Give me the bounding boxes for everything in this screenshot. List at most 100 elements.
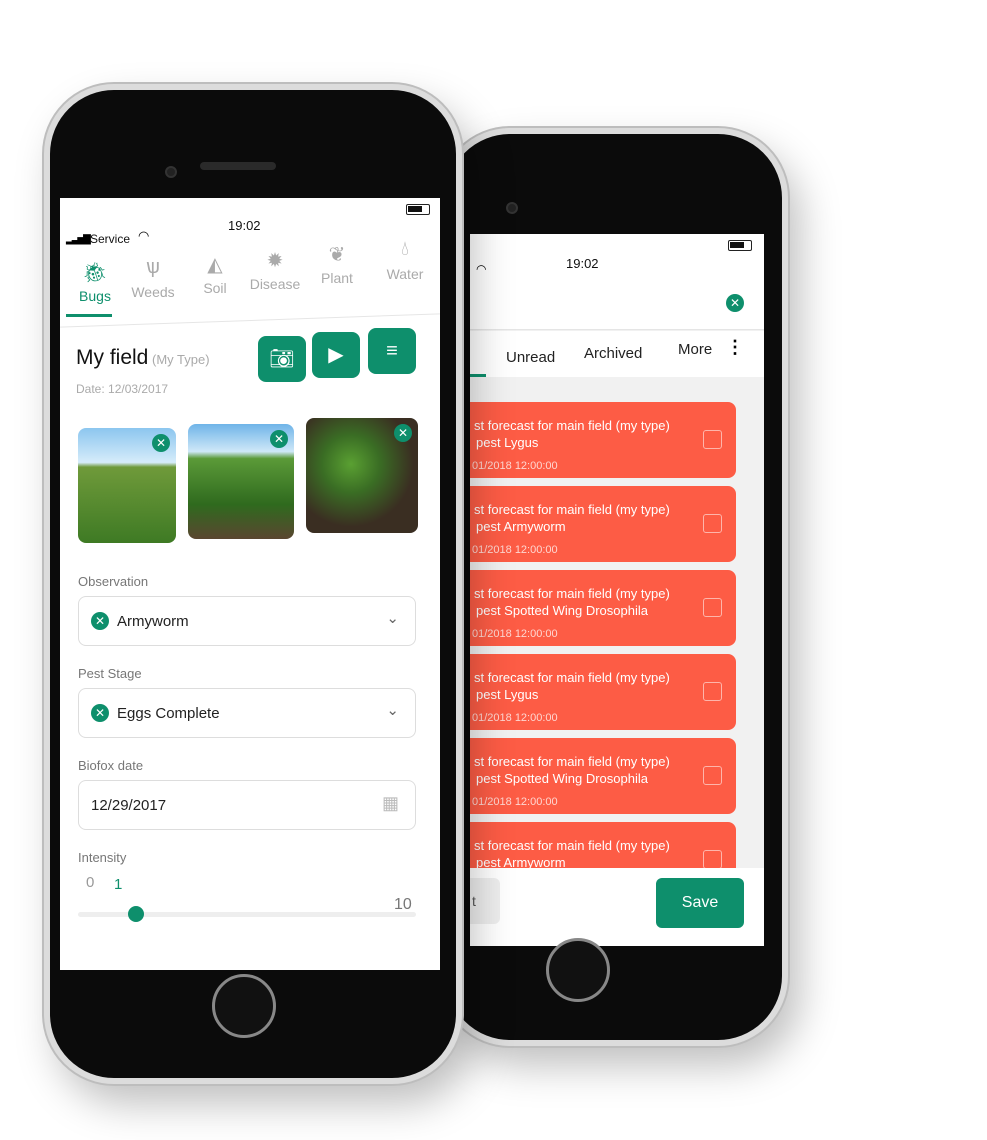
notification-card[interactable]: st forecast for main field (my type) pest…: [470, 402, 736, 478]
field-photo[interactable]: ✕: [188, 424, 294, 539]
notification-card[interactable]: st forecast for main field (my type) pest…: [470, 738, 736, 814]
active-tab-indicator: [66, 314, 112, 317]
tab-label: Disease: [249, 276, 301, 292]
tab-weeds[interactable]: ѱ Weeds: [122, 256, 184, 300]
secondary-button[interactable]: t: [470, 878, 500, 924]
front-phone: ▂▃▅▇ Service ◠ 19:02 🐞︎ Bugs ѱ Weeds ◭ Soil…: [44, 84, 462, 1084]
card-pest: pest Spotted Wing Drosophila: [476, 771, 648, 786]
notification-card[interactable]: st forecast for main field (my type) pest…: [470, 570, 736, 646]
card-title: st forecast for main field (my type): [474, 502, 670, 517]
card-title: st forecast for main field (my type): [474, 754, 670, 769]
notification-card[interactable]: st forecast for main field (my type) pest…: [470, 486, 736, 562]
remove-photo-icon[interactable]: ✕: [152, 434, 170, 452]
card-checkbox[interactable]: [703, 766, 722, 785]
field-type: (My Type): [152, 352, 210, 367]
pest-stage-select[interactable]: ✕ Eggs Complete ⌄: [78, 688, 416, 738]
grass-icon: ѱ: [146, 256, 160, 278]
soil-icon: ◭: [207, 254, 223, 276]
wifi-icon: ◠: [138, 228, 150, 243]
remove-photo-icon[interactable]: ✕: [394, 424, 412, 442]
date-value: 12/29/2017: [91, 797, 167, 814]
tab-disease[interactable]: ✹ Disease: [240, 248, 310, 292]
card-date: 01/2018 12:00:00: [472, 796, 558, 808]
close-icon[interactable]: ✕: [726, 294, 744, 312]
tab-bugs[interactable]: 🐞︎ Bugs: [64, 260, 126, 304]
slider-thumb[interactable]: [127, 906, 144, 922]
tab-label: Plant: [321, 270, 353, 286]
notification-card[interactable]: st forecast for main field (my type) pest…: [470, 654, 736, 730]
chevron-down-icon: ⌄: [386, 610, 399, 627]
biofox-date-label: Biofox date: [78, 758, 144, 773]
notifications-screen: ◠ 19:02 ✕ Unread Archived More ⋮ st fore…: [470, 234, 764, 946]
pest-stage-label: Pest Stage: [78, 666, 142, 681]
status-time: 19:02: [228, 218, 261, 233]
observation-screen: ▂▃▅▇ Service ◠ 19:02 🐞︎ Bugs ѱ Weeds ◭ Soil…: [60, 198, 440, 970]
card-date: 01/2018 12:00:00: [472, 712, 558, 724]
camera-button[interactable]: 📷︎: [258, 336, 306, 382]
leaf-icon: ❦: [328, 244, 346, 266]
document-button[interactable]: ≡: [368, 328, 416, 374]
signal-icon: ▂▃▅▇: [66, 234, 91, 245]
card-pest: pest Lygus: [476, 435, 539, 450]
tab-bar: Unread Archived More ⋮: [470, 331, 764, 377]
card-date: 01/2018 12:00:00: [472, 544, 558, 556]
tab-water[interactable]: 💧︎ Water: [374, 238, 436, 282]
front-camera: [506, 202, 518, 214]
card-checkbox[interactable]: [703, 430, 722, 449]
front-camera: [165, 166, 177, 178]
card-date: 01/2018 12:00:00: [472, 628, 558, 640]
card-checkbox[interactable]: [703, 850, 722, 869]
header: ◠ 19:02 ✕: [470, 234, 764, 330]
tab-unread[interactable]: Unread: [506, 349, 555, 366]
pest-stage-value: Eggs Complete: [117, 705, 220, 722]
card-checkbox[interactable]: [703, 682, 722, 701]
more-vertical-icon[interactable]: ⋮: [726, 337, 744, 358]
tab-label: Soil: [203, 280, 227, 296]
video-button[interactable]: ▶: [312, 332, 360, 378]
slider-value: 1: [114, 876, 123, 893]
bug-icon: 🐞︎: [82, 262, 108, 284]
card-date: 01/2018 12:00:00: [472, 460, 558, 472]
card-checkbox[interactable]: [703, 514, 722, 533]
tab-soil[interactable]: ◭ Soil: [184, 252, 246, 296]
observation-label: Observation: [78, 574, 149, 589]
card-title: st forecast for main field (my type): [474, 418, 670, 433]
biofox-date-input[interactable]: 12/29/2017 ▦: [78, 780, 416, 830]
chevron-down-icon: ⌄: [386, 702, 399, 719]
card-title: st forecast for main field (my type): [474, 838, 670, 853]
intensity-slider[interactable]: [78, 906, 416, 922]
tab-label: Water: [386, 266, 424, 282]
observation-value: Armyworm: [117, 613, 189, 630]
card-checkbox[interactable]: [703, 598, 722, 617]
save-button[interactable]: Save: [656, 878, 744, 928]
active-tab-indicator: [470, 374, 486, 377]
wifi-icon: ◠: [476, 262, 487, 276]
field-photo[interactable]: ✕: [78, 428, 176, 543]
card-title: st forecast for main field (my type): [474, 670, 670, 685]
droplets-icon: 💧︎: [401, 238, 409, 260]
clear-icon[interactable]: ✕: [91, 704, 109, 722]
battery-icon: [406, 204, 430, 215]
card-title: st forecast for main field (my type): [474, 586, 670, 601]
divider: [60, 313, 440, 328]
card-pest: pest Spotted Wing Drosophila: [476, 603, 648, 618]
tab-archived[interactable]: Archived: [584, 345, 642, 362]
tab-more[interactable]: More: [678, 341, 712, 358]
remove-photo-icon[interactable]: ✕: [270, 430, 288, 448]
observation-select[interactable]: ✕ Armyworm ⌄: [78, 596, 416, 646]
card-pest: pest Lygus: [476, 687, 539, 702]
field-photo[interactable]: ✕: [306, 418, 418, 533]
battery-icon: [728, 240, 752, 251]
intensity-label: Intensity: [78, 850, 127, 865]
tab-plant[interactable]: ❦ Plant: [306, 242, 368, 286]
camera-icon: 📷︎: [269, 348, 295, 370]
home-button[interactable]: [212, 974, 276, 1038]
clear-icon[interactable]: ✕: [91, 612, 109, 630]
document-icon: ≡: [386, 340, 398, 362]
calendar-icon[interactable]: ▦: [382, 793, 399, 814]
tab-label: Bugs: [79, 288, 111, 304]
card-pest: pest Armyworm: [476, 519, 566, 534]
carrier: Service: [90, 232, 131, 246]
back-phone: ◠ 19:02 ✕ Unread Archived More ⋮ st fore…: [440, 128, 788, 1046]
home-button[interactable]: [546, 938, 610, 1002]
